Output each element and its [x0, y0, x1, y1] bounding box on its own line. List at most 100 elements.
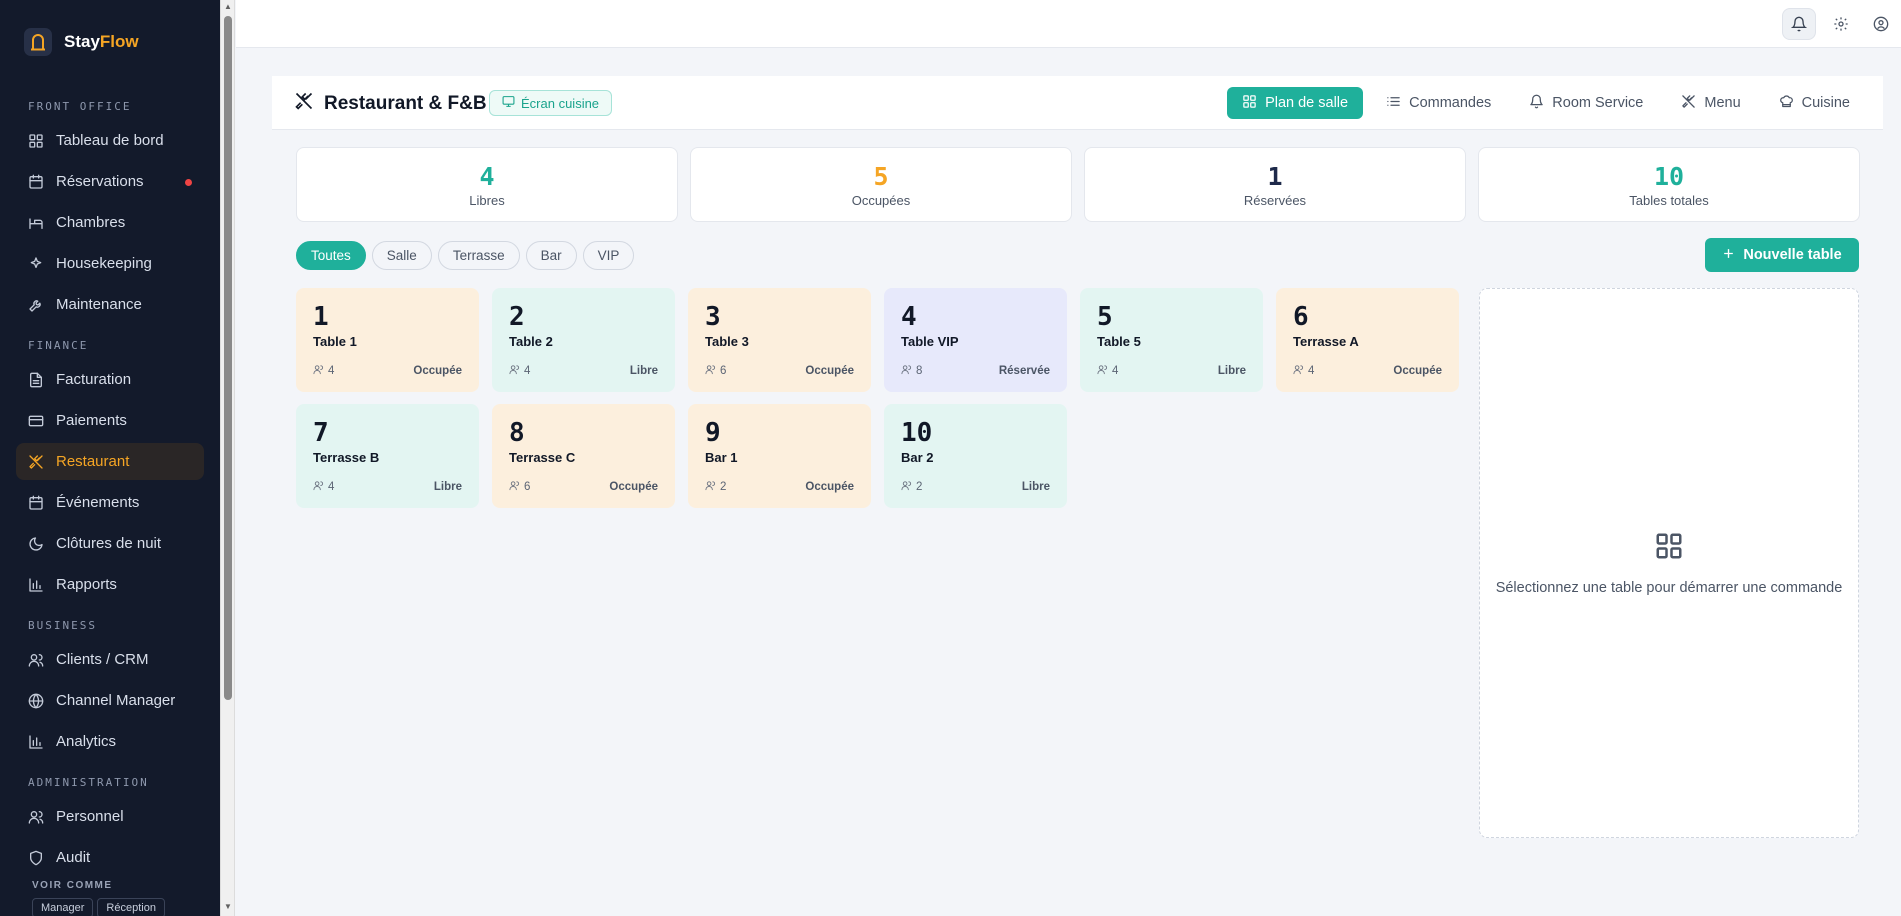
sidebar-item-housekeeping[interactable]: Housekeeping [16, 245, 204, 282]
table-card[interactable]: 10 Bar 2 2 Libre [884, 404, 1067, 508]
table-card[interactable]: 3 Table 3 6 Occupée [688, 288, 871, 392]
stat-total: 10 Tables totales [1478, 147, 1860, 222]
table-capacity: 6 [720, 365, 727, 377]
sidebar-item--v-nements[interactable]: Événements [16, 484, 204, 521]
sidebar-item-maintenance[interactable]: Maintenance [16, 286, 204, 323]
dashboard-icon [28, 133, 44, 149]
stat-total-value: 10 [1653, 162, 1685, 191]
people-icon [313, 480, 324, 494]
stat-reserved: 1 Réservées [1084, 147, 1466, 222]
filter-vip[interactable]: VIP [582, 241, 635, 270]
scroll-down-icon[interactable]: ▼ [224, 902, 232, 911]
sidebar-item-label: Tableau de bord [56, 132, 164, 149]
tab-menu[interactable]: Menu [1666, 87, 1755, 119]
tab-commandes[interactable]: Commandes [1371, 87, 1506, 119]
table-card[interactable]: 8 Terrasse C 6 Occupée [492, 404, 675, 508]
sidebar-item-personnel[interactable]: Personnel [16, 798, 204, 835]
user-profile-icon[interactable] [1864, 8, 1898, 40]
brand[interactable]: StayFlow [24, 28, 139, 56]
sidebar-item-tableau-de-bord[interactable]: Tableau de bord [16, 122, 204, 159]
table-name: Table VIP [901, 334, 959, 349]
filter-toutes[interactable]: Toutes [296, 241, 366, 270]
bar-chart-icon [28, 577, 44, 593]
new-table-button[interactable]: Nouvelle table [1705, 238, 1859, 272]
table-name: Terrasse C [509, 450, 576, 465]
table-status: Occupée [609, 481, 658, 493]
calendar-icon [28, 495, 44, 511]
table-name: Table 5 [1097, 334, 1141, 349]
sidebar-item-label: Maintenance [56, 296, 142, 313]
table-card[interactable]: 6 Terrasse A 4 Occupée [1276, 288, 1459, 392]
table-status: Libre [1021, 481, 1050, 493]
globe-icon [28, 693, 44, 709]
sidebar-item-label: Facturation [56, 371, 132, 388]
filter-terrasse[interactable]: Terrasse [437, 241, 520, 270]
table-card[interactable]: 1 Table 1 4 Occupée [296, 288, 479, 392]
filter-bar[interactable]: Bar [525, 241, 577, 270]
sidebar-item-audit[interactable]: Audit [16, 839, 204, 876]
sidebar-item-facturation[interactable]: Facturation [16, 361, 204, 398]
tab-label: Plan de salle [1265, 95, 1349, 111]
new-table-label: Nouvelle table [1743, 247, 1842, 263]
settings-gear-icon[interactable] [1824, 8, 1858, 40]
table-capacity: 4 [328, 481, 335, 493]
tab-room-service[interactable]: Room Service [1514, 87, 1658, 119]
sidebar-item-clients-crm[interactable]: Clients / CRM [16, 641, 204, 678]
people-icon [705, 480, 716, 494]
page-header: Restaurant & F&B Écran cuisine Plan de s… [272, 76, 1883, 130]
page-title-text: Restaurant & F&B [324, 93, 487, 114]
kitchen-screen-button[interactable]: Écran cuisine [489, 90, 613, 116]
sidebar-scrollbar[interactable]: ▲ ▼ [220, 0, 235, 916]
table-card[interactable]: 4 Table VIP 8 Réservée [884, 288, 1067, 392]
tab-plan-de-salle[interactable]: Plan de salle [1227, 87, 1364, 119]
table-status: Occupée [413, 365, 462, 377]
top-bar [236, 0, 1901, 48]
sidebar-item-r-servations[interactable]: Réservations [16, 163, 204, 200]
sidebar-nav: FRONT OFFICE Tableau de bord Réservations C… [16, 98, 204, 880]
tab-cuisine[interactable]: Cuisine [1764, 87, 1865, 119]
scroll-up-icon[interactable]: ▲ [224, 2, 232, 11]
sidebar-item-rapports[interactable]: Rapports [16, 566, 204, 603]
table-card[interactable]: 9 Bar 1 2 Occupée [688, 404, 871, 508]
people-icon [509, 364, 520, 378]
table-number: 4 [901, 302, 917, 332]
table-card[interactable]: 5 Table 5 4 Libre [1080, 288, 1263, 392]
role-manager-button[interactable]: Manager [32, 898, 94, 916]
table-number: 2 [509, 302, 525, 332]
grid-icon [1242, 94, 1257, 113]
table-number: 1 [313, 302, 329, 332]
utensils-icon [28, 454, 44, 470]
table-name: Table 2 [509, 334, 553, 349]
table-status: Occupée [1393, 365, 1442, 377]
sidebar-item-paiements[interactable]: Paiements [16, 402, 204, 439]
table-card[interactable]: 2 Table 2 4 Libre [492, 288, 675, 392]
table-capacity: 2 [720, 481, 727, 493]
monitor-icon [502, 95, 515, 111]
sidebar-item-label: Paiements [56, 412, 127, 429]
sidebar-item-label: Restaurant [56, 453, 130, 470]
stat-free: 4 Libres [296, 147, 678, 222]
sidebar-item-analytics[interactable]: Analytics [16, 723, 204, 760]
table-number: 3 [705, 302, 721, 332]
role-switcher: Manager Réception [32, 898, 165, 916]
scroll-thumb[interactable] [224, 16, 232, 700]
table-status: Occupée [805, 481, 854, 493]
stat-total-label: Tables totales [1629, 193, 1709, 208]
shield-icon [28, 850, 44, 866]
table-name: Table 1 [313, 334, 357, 349]
table-name: Table 3 [705, 334, 749, 349]
sidebar-item-chambres[interactable]: Chambres [16, 204, 204, 241]
utensils-icon [294, 91, 314, 117]
order-panel-message: Sélectionnez une table pour démarrer une… [1495, 579, 1843, 596]
moon-icon [28, 536, 44, 552]
sidebar-item-restaurant[interactable]: Restaurant [16, 443, 204, 480]
sidebar-item-channel-manager[interactable]: Channel Manager [16, 682, 204, 719]
role-reception-button[interactable]: Réception [97, 898, 165, 916]
table-card[interactable]: 7 Terrasse B 4 Libre [296, 404, 479, 508]
filter-salle[interactable]: Salle [371, 241, 432, 270]
table-number: 8 [509, 418, 525, 448]
sidebar-item-cl-tures-de-nuit[interactable]: Clôtures de nuit [16, 525, 204, 562]
sidebar-item-label: Housekeeping [56, 255, 152, 272]
notifications-bell-icon[interactable] [1782, 8, 1816, 40]
users-icon [28, 809, 44, 825]
